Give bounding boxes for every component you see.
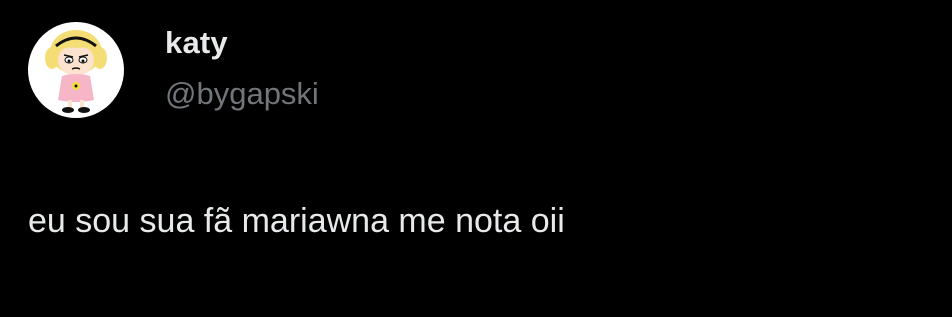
avatar[interactable] [28,22,124,118]
display-name[interactable]: katy [165,24,228,62]
cartoon-girl-avatar-icon [45,30,107,113]
tweet-text: eu sou sua fã mariawna me nota oii [28,202,565,240]
tweet-card: katy @bygapski eu sou sua fã mariawna me… [0,0,952,317]
user-handle[interactable]: @bygapski [165,75,319,113]
